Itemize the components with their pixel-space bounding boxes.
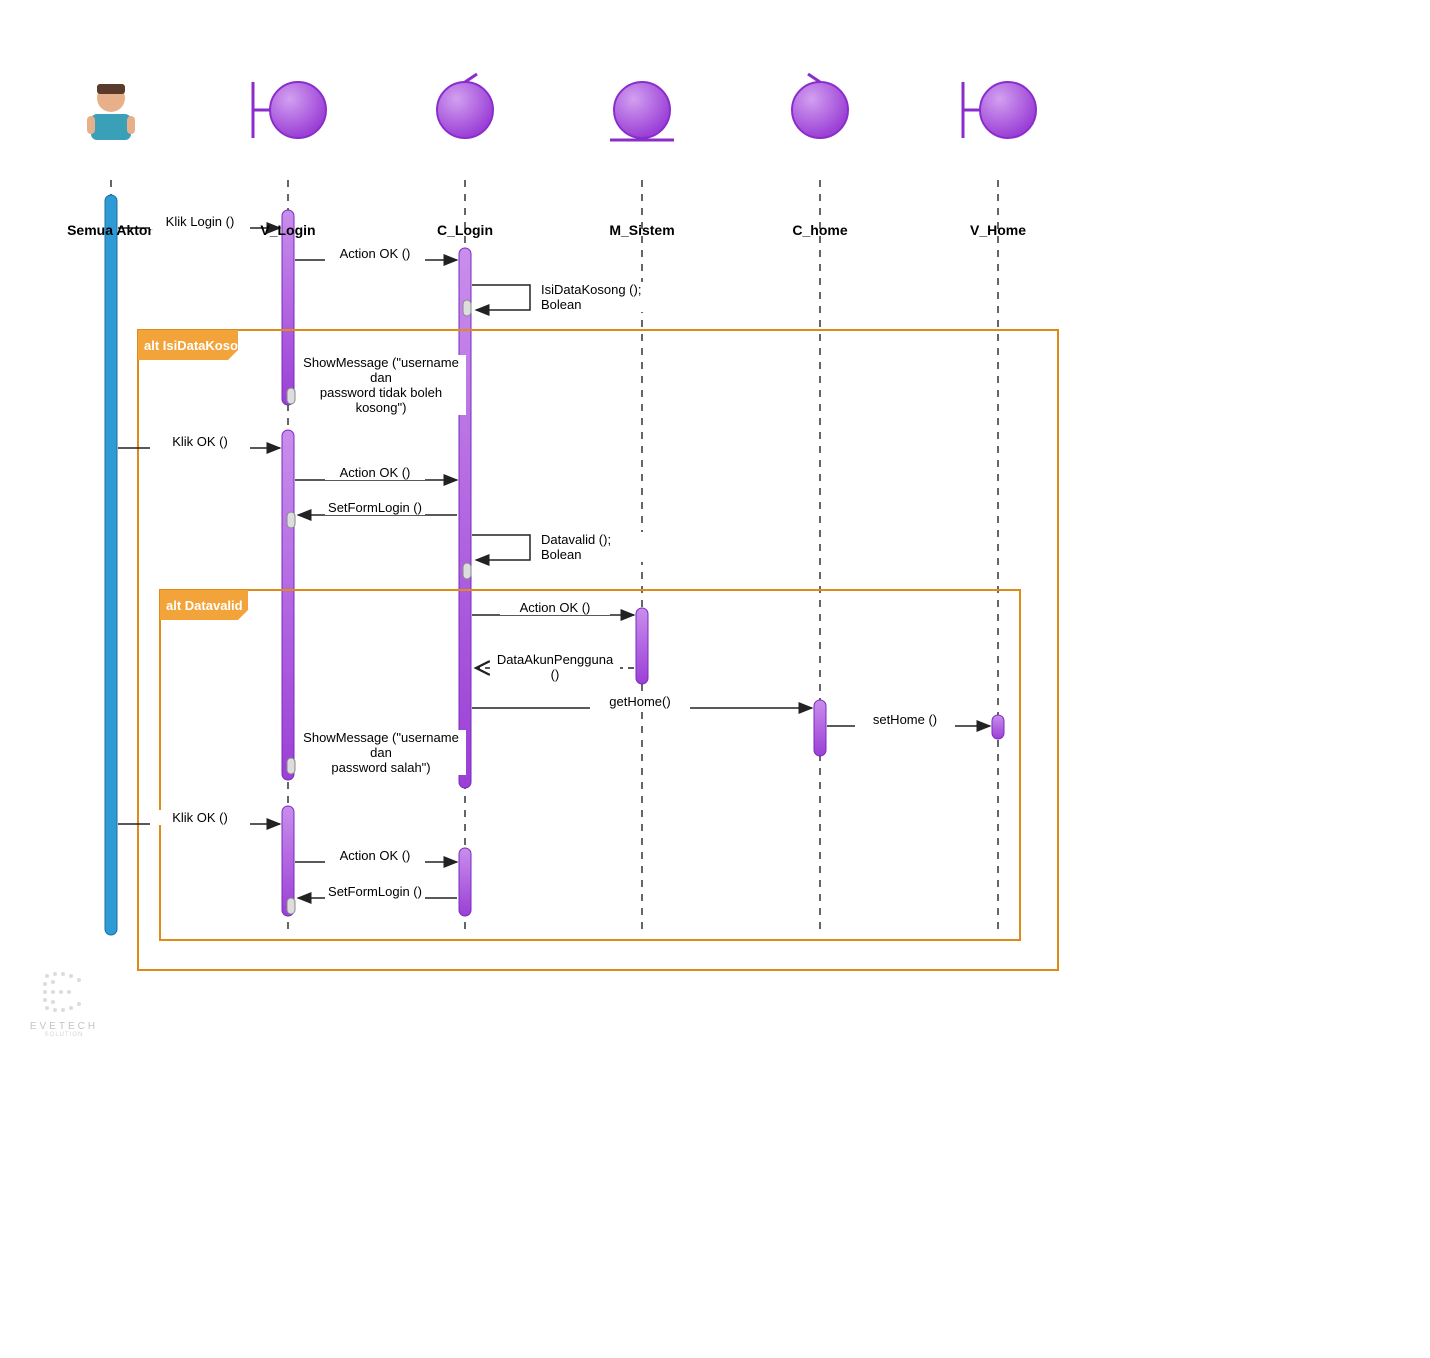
logo-icon bbox=[39, 970, 89, 1016]
activation-vhome bbox=[992, 715, 1004, 739]
msg-showmsg-wrong: ShowMessage ("username dan password sala… bbox=[296, 730, 466, 775]
participant-msistem-label: M_Sistem bbox=[592, 222, 692, 238]
diagram-svg bbox=[0, 0, 1430, 1358]
participant-clogin-label: C_Login bbox=[415, 222, 515, 238]
alt-label-isidatakosong: alt IsiDataKosong bbox=[144, 338, 254, 353]
activation-clogin-3 bbox=[459, 848, 471, 916]
logo-text-1: EVETECH bbox=[24, 1021, 104, 1032]
msg-action-ok-4: Action OK () bbox=[325, 848, 425, 863]
boundary-icon-v-login bbox=[253, 82, 326, 138]
participant-chome-label: C_home bbox=[770, 222, 870, 238]
alt-frame-isidatakosong bbox=[138, 330, 1058, 970]
msg-datavalid-self: Datavalid (); Bolean bbox=[538, 532, 658, 562]
msg-dataakun: DataAkunPengguna () bbox=[490, 652, 620, 682]
logo-text-2: SOLUTION bbox=[24, 1032, 104, 1038]
alt-label-datavalid: alt Datavalid bbox=[166, 598, 243, 613]
msg-gethome: getHome() bbox=[590, 694, 690, 709]
msg-setformlogin-1: SetFormLogin () bbox=[325, 500, 425, 515]
actor-icon bbox=[87, 84, 135, 140]
activation-msistem bbox=[636, 608, 648, 684]
activation-actor bbox=[105, 195, 117, 935]
msg-action-ok-1: Action OK () bbox=[325, 246, 425, 261]
msg-showmsg-empty: ShowMessage ("username dan password tida… bbox=[296, 355, 466, 415]
msg-action-ok-3: Action OK () bbox=[500, 600, 610, 615]
logo-watermark: EVETECH SOLUTION bbox=[24, 970, 104, 1038]
boundary-icon-v-home bbox=[963, 82, 1036, 138]
msg-klik-login: Klik Login () bbox=[150, 214, 250, 229]
msg-klik-ok-1: Klik OK () bbox=[150, 434, 250, 449]
activation-vlogin-1 bbox=[282, 210, 294, 405]
participant-vlogin-label: V_Login bbox=[238, 222, 338, 238]
control-icon-c-home bbox=[792, 74, 848, 138]
activation-chome bbox=[814, 700, 826, 756]
sequence-diagram: Semua Aktor V_Login C_Login M_Sistem C_h… bbox=[0, 0, 1430, 1358]
activation-vlogin-2 bbox=[282, 430, 294, 780]
msg-isidatakosong-self: IsiDataKosong (); Bolean bbox=[538, 282, 658, 312]
msg-setformlogin-2: SetFormLogin () bbox=[325, 884, 425, 899]
msg-sethome: setHome () bbox=[855, 712, 955, 727]
participant-actor-label: Semua Aktor bbox=[60, 222, 160, 238]
msg-action-ok-2: Action OK () bbox=[325, 465, 425, 480]
msg-klik-ok-2: Klik OK () bbox=[150, 810, 250, 825]
entity-icon-m-sistem bbox=[610, 82, 674, 140]
control-icon-c-login bbox=[437, 74, 493, 138]
participant-vhome-label: V_Home bbox=[948, 222, 1048, 238]
